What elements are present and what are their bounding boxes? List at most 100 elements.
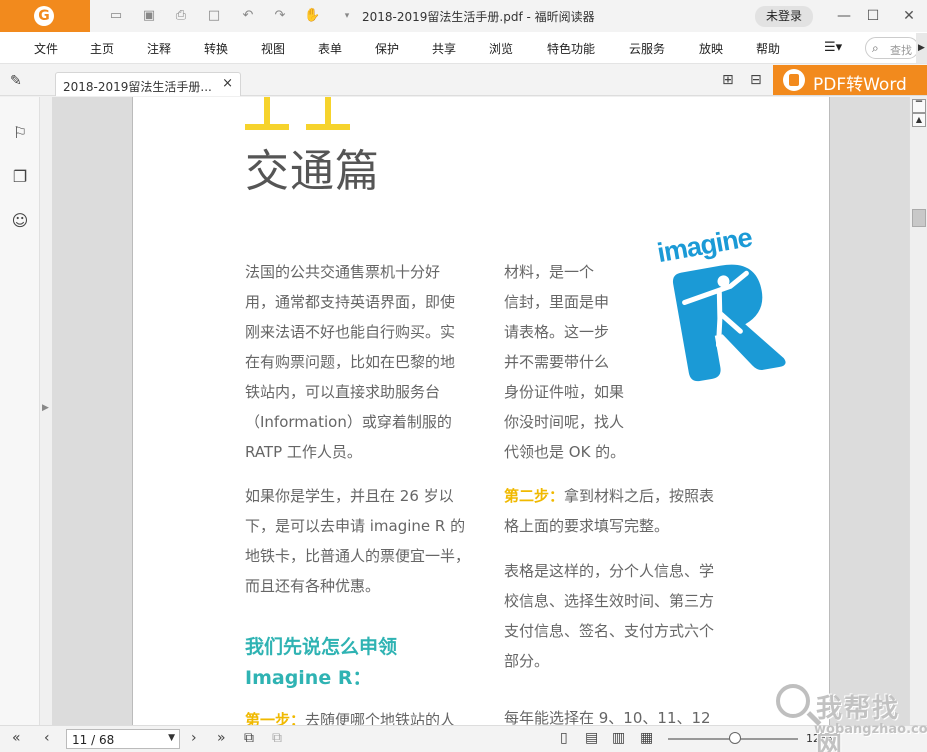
- right-paragraph-4: 每年能选择在 9、10、11、12: [504, 703, 711, 725]
- text-line: 每年能选择在 9、10、11、12: [504, 709, 711, 725]
- text-line: RATP 工作人员。: [245, 443, 362, 461]
- single-page-view-icon[interactable]: ▯: [560, 730, 568, 746]
- search-icon: ⌕: [872, 41, 879, 55]
- zoom-slider-handle[interactable]: [729, 732, 741, 744]
- app-logo[interactable]: G: [0, 0, 90, 32]
- tab-close-icon[interactable]: ×: [222, 76, 233, 91]
- pages-icon[interactable]: ❐: [10, 167, 30, 189]
- first-page-icon[interactable]: «: [12, 730, 21, 746]
- continuous-facing-view-icon[interactable]: ▦: [640, 730, 653, 746]
- copy-page-icon[interactable]: ⧉: [272, 730, 282, 746]
- tab-label: 2018-2019留法生活手册...: [63, 80, 212, 94]
- save-icon[interactable]: ▣: [141, 8, 157, 24]
- close-window-icon[interactable]: ✕: [899, 6, 919, 26]
- pdf-to-word-label: PDF转Word: [813, 75, 907, 95]
- rotate-page-icon[interactable]: ⧉: [244, 730, 254, 746]
- page-indicator: 11 / 68: [72, 733, 115, 747]
- subheading-line: Imagine R：: [245, 667, 372, 689]
- page-number-field[interactable]: 11 / 68 ▼: [66, 729, 180, 749]
- scroll-top-icon[interactable]: ▔: [912, 99, 926, 113]
- text-line: 材料，是一个: [504, 263, 595, 281]
- page-dropdown-icon[interactable]: ▼: [168, 733, 175, 743]
- vertical-scrollbar[interactable]: ▔ ▲: [909, 97, 927, 725]
- imagine-r-logo: imagine: [655, 218, 801, 396]
- window-title: 2018-2019留法生活手册.pdf - 福昕阅读器: [362, 10, 595, 24]
- redo-icon[interactable]: ↷: [272, 8, 288, 24]
- minimize-icon[interactable]: —: [834, 6, 854, 26]
- menu-view[interactable]: 视图: [261, 40, 285, 57]
- pdf-page: 交通篇 法国的公共交通售票机十分好 用，通常都支持英语界面，即使 刚来法语不好也…: [132, 97, 830, 725]
- scroll-up-icon[interactable]: ▲: [912, 113, 926, 127]
- step1-line: 第一步：去随便哪个地铁站的人: [245, 705, 455, 725]
- menu-bar: 文件 主页 注释 转换 视图 表单 保护 共享 浏览 特色功能 云服务 放映 帮…: [0, 32, 927, 64]
- hand-tool-icon[interactable]: ✋: [304, 8, 320, 24]
- menu-home[interactable]: 主页: [90, 40, 114, 57]
- menu-file[interactable]: 文件: [34, 40, 58, 57]
- expand-sidebar-icon[interactable]: ▶: [42, 403, 49, 413]
- menu-scroll-right-icon[interactable]: ▶: [916, 33, 927, 63]
- text-line: 支付信息、签名、支付方式六个: [504, 622, 715, 640]
- text-line: 刚来法语不好也能自行购买。实: [245, 323, 456, 341]
- grid-view-icon[interactable]: ⊞: [722, 72, 734, 88]
- comments-icon[interactable]: ☺: [10, 211, 30, 233]
- menu-help[interactable]: 帮助: [756, 40, 780, 57]
- right-step2: 第二步：拿到材料之后，按照表 格上面的要求填写完整。: [504, 481, 714, 541]
- left-paragraph-2: 如果你是学生，并且在 26 岁以 下，是可以去申请 imagine R 的 地铁…: [245, 481, 470, 601]
- step2-label: 第二步：: [504, 487, 565, 505]
- left-sidebar: ⚐ ❐ ☺: [0, 97, 40, 725]
- text-line: 信封，里面是申: [504, 293, 610, 311]
- text-line: 代领也是 OK 的。: [504, 443, 626, 461]
- text-line: 表格是这样的，分个人信息、学: [504, 562, 715, 580]
- watermark-url: wobangzhao.com: [814, 722, 927, 737]
- previous-page-icon[interactable]: ‹: [44, 730, 50, 746]
- menu-share[interactable]: 共享: [432, 40, 456, 57]
- search-placeholder: 查找: [890, 44, 912, 57]
- menu-form[interactable]: 表单: [318, 40, 342, 57]
- pdf-to-word-button[interactable]: PDF转Word: [773, 65, 927, 95]
- subheading-line: 我们先说怎么申领: [245, 636, 398, 658]
- tab-document[interactable]: 2018-2019留法生活手册... ×: [55, 72, 241, 96]
- maximize-icon[interactable]: ☐: [863, 6, 883, 26]
- step2-text: 拿到材料之后，按照表: [564, 487, 715, 505]
- step1-text: 去随便哪个地铁站的人: [305, 711, 456, 725]
- text-line: 地铁卡，比普通人的票便宜一半，: [245, 547, 471, 565]
- login-button[interactable]: 未登录: [755, 6, 813, 27]
- text-line: 格上面的要求填写完整。: [504, 517, 670, 535]
- continuous-view-icon[interactable]: ▤: [585, 730, 598, 746]
- text-line: 用，通常都支持英语界面，即使: [245, 293, 456, 311]
- step1-label: 第一步：: [245, 711, 306, 725]
- menu-cloud[interactable]: 云服务: [629, 40, 665, 57]
- text-line: 校信息、选择生效时间、第三方: [504, 592, 715, 610]
- menu-slideshow[interactable]: 放映: [699, 40, 723, 57]
- menu-protect[interactable]: 保护: [375, 40, 399, 57]
- next-page-icon[interactable]: ›: [191, 730, 197, 746]
- title-bar: G ▭ ▣ ⎙ □ ↶ ↷ ✋ ▾ 2018-2019留法生活手册.pdf - …: [0, 0, 927, 32]
- text-line: 部分。: [504, 652, 550, 670]
- menu-comment[interactable]: 注释: [147, 40, 171, 57]
- reading-mode-icon[interactable]: ⊟: [750, 72, 762, 88]
- facing-view-icon[interactable]: ▥: [612, 730, 625, 746]
- edit-pen-icon[interactable]: ✎: [10, 73, 22, 89]
- text-line: 你没时间呢，找人: [504, 413, 625, 431]
- text-line: 法国的公共交通售票机十分好: [245, 263, 441, 281]
- menu-features[interactable]: 特色功能: [547, 40, 595, 57]
- document-viewport[interactable]: 交通篇 法国的公共交通售票机十分好 用，通常都支持英语界面，即使 刚来法语不好也…: [52, 97, 909, 725]
- watermark-text: 我帮找网: [816, 694, 901, 752]
- open-folder-icon[interactable]: ▭: [108, 8, 124, 24]
- menu-convert[interactable]: 转换: [204, 40, 228, 57]
- foxit-logo-icon: G: [34, 6, 54, 26]
- menu-options-icon[interactable]: ☰▾: [824, 40, 842, 55]
- undo-icon[interactable]: ↶: [240, 8, 256, 24]
- last-page-icon[interactable]: »: [217, 730, 226, 746]
- search-input[interactable]: ⌕ 查找: [865, 37, 919, 59]
- bookmark-icon[interactable]: ⚐: [10, 123, 30, 145]
- sidebar-collapse-strip[interactable]: ▶: [40, 97, 52, 725]
- print-icon[interactable]: ⎙: [173, 8, 189, 24]
- heading-decoration: [325, 97, 331, 127]
- scroll-thumb[interactable]: [912, 209, 926, 227]
- customize-toolbar-icon[interactable]: ▾: [339, 8, 355, 24]
- right-paragraph-1: 材料，是一个 信封，里面是申 请表格。这一步 并不需要带什么 身份证件啦，如果 …: [504, 257, 625, 467]
- text-line: （Information）或穿着制服的: [245, 413, 452, 431]
- new-document-icon[interactable]: □: [206, 8, 222, 24]
- menu-browse[interactable]: 浏览: [489, 40, 513, 57]
